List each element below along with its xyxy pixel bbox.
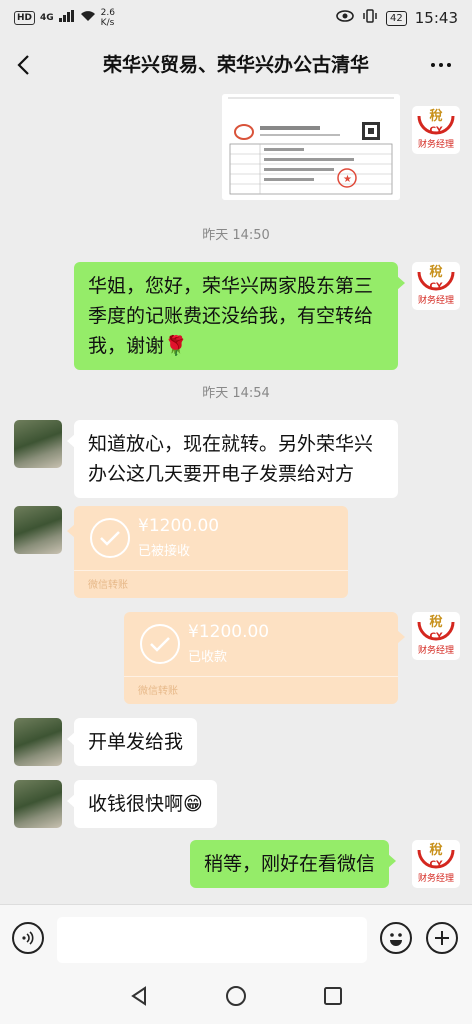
- transfer-card[interactable]: ¥1200.00 已被接收 微信转账: [67, 506, 348, 598]
- document-thumbnail: ★: [222, 94, 400, 200]
- more-options-button[interactable]: [424, 52, 458, 78]
- company-logo-icon: 稅 CY: [417, 842, 455, 870]
- status-bar: HD 4G 2.6 K/s 42 15:43: [0, 0, 472, 36]
- chat-area[interactable]: ★ 稅 CY 财务经理 昨天 14:50 华姐，您好，荣华兴两家股东第三季度的记账…: [0, 94, 472, 904]
- svg-text:稅: 稅: [429, 108, 442, 124]
- message-text: 收钱很快啊😁: [88, 793, 203, 815]
- timestamp: 昨天 14:54: [202, 386, 270, 401]
- avatar-label: 财务经理: [417, 296, 454, 306]
- message-bubble[interactable]: 开单发给我: [66, 718, 198, 766]
- svg-text:稅: 稅: [429, 264, 442, 280]
- transfer-footer: 微信转账: [124, 676, 398, 702]
- transfer-footer: 微信转账: [74, 570, 348, 596]
- system-nav-bar: [0, 972, 472, 1024]
- message-bubble[interactable]: 收钱很快啊😁: [67, 780, 217, 828]
- battery-indicator: 42: [386, 10, 407, 26]
- self-avatar[interactable]: 稅 CY 财务经理: [412, 262, 460, 310]
- svg-text:CY: CY: [429, 126, 443, 136]
- message-input[interactable]: [57, 917, 367, 963]
- voice-input-button[interactable]: [12, 922, 44, 954]
- avatar-label: 财务经理: [417, 140, 454, 150]
- eye-icon: [336, 10, 354, 26]
- contact-avatar[interactable]: [14, 718, 62, 766]
- transfer-card[interactable]: ¥1200.00 已收款 微信转账: [124, 612, 405, 704]
- contact-avatar[interactable]: [14, 780, 62, 828]
- hd-indicator: HD: [14, 11, 36, 25]
- more-functions-button[interactable]: [426, 922, 458, 954]
- transfer-status: 已收款: [188, 650, 228, 665]
- vibrate-icon: [362, 9, 378, 27]
- message-text: 开单发给我: [88, 731, 184, 753]
- smiley-icon: [390, 933, 402, 946]
- emoji-button[interactable]: [380, 922, 412, 954]
- svg-text:稅: 稅: [429, 614, 442, 630]
- chat-header: 荣华兴贸易、荣华兴办公古清华: [0, 36, 472, 94]
- check-circle-icon: [90, 518, 130, 558]
- self-avatar[interactable]: 稅 CY 财务经理: [412, 106, 460, 154]
- svg-text:CY: CY: [429, 282, 443, 292]
- transfer-amount: ¥1200.00: [138, 516, 220, 536]
- check-circle-icon: [140, 624, 180, 664]
- message-text: 华姐，您好，荣华兴两家股东第三季度的记账费还没给我，有空转给我，谢谢🌹: [88, 275, 374, 357]
- svg-text:稅: 稅: [429, 842, 442, 858]
- triangle-back-icon: [130, 986, 146, 1006]
- plus-icon: [435, 931, 449, 945]
- transfer-amount: ¥1200.00: [188, 622, 270, 642]
- message-bubble[interactable]: 稍等，刚好在看微信: [190, 840, 397, 888]
- wifi-icon: [80, 10, 96, 26]
- message-text: 知道放心，现在就转。另外荣华兴办公这几天要开电子发票给对方: [88, 433, 374, 485]
- signal-icon: [58, 10, 75, 26]
- timestamp: 昨天 14:50: [202, 228, 270, 243]
- input-bar: [0, 904, 472, 972]
- circle-home-icon: [225, 986, 246, 1006]
- square-recents-icon: [324, 987, 343, 1005]
- network-type: 4G: [40, 13, 54, 23]
- self-avatar[interactable]: 稅 CY 财务经理: [412, 840, 460, 888]
- voice-icon: [22, 931, 34, 945]
- company-logo-icon: 稅 CY: [417, 614, 455, 642]
- message-bubble[interactable]: 华姐，您好，荣华兴两家股东第三季度的记账费还没给我，有空转给我，谢谢🌹: [74, 262, 405, 370]
- chevron-left-icon: [17, 55, 29, 75]
- nav-home-button[interactable]: [225, 985, 247, 1011]
- svg-text:★: ★: [343, 174, 352, 185]
- chat-title: 荣华兴贸易、荣华兴办公古清华: [102, 54, 369, 76]
- contact-avatar[interactable]: [14, 420, 62, 468]
- message-bubble[interactable]: 知道放心，现在就转。另外荣华兴办公这几天要开电子发票给对方: [67, 420, 398, 498]
- svg-text:CY: CY: [429, 860, 443, 870]
- network-speed: 2.6 K/s: [100, 8, 115, 28]
- nav-back-button[interactable]: [128, 985, 150, 1011]
- business-license-image[interactable]: ★: [222, 94, 400, 200]
- clock: 15:43: [414, 9, 458, 27]
- contact-avatar[interactable]: [14, 506, 62, 554]
- message-text: 稍等，刚好在看微信: [204, 853, 376, 875]
- transfer-status: 已被接收: [138, 544, 191, 559]
- company-logo-icon: 稅 CY: [417, 108, 455, 136]
- self-avatar[interactable]: 稅 CY 财务经理: [412, 612, 460, 660]
- avatar-label: 财务经理: [417, 646, 454, 656]
- avatar-label: 财务经理: [417, 874, 454, 884]
- back-button[interactable]: [0, 36, 46, 94]
- svg-text:CY: CY: [429, 632, 443, 642]
- nav-recents-button[interactable]: [322, 985, 344, 1011]
- company-logo-icon: 稅 CY: [417, 264, 455, 292]
